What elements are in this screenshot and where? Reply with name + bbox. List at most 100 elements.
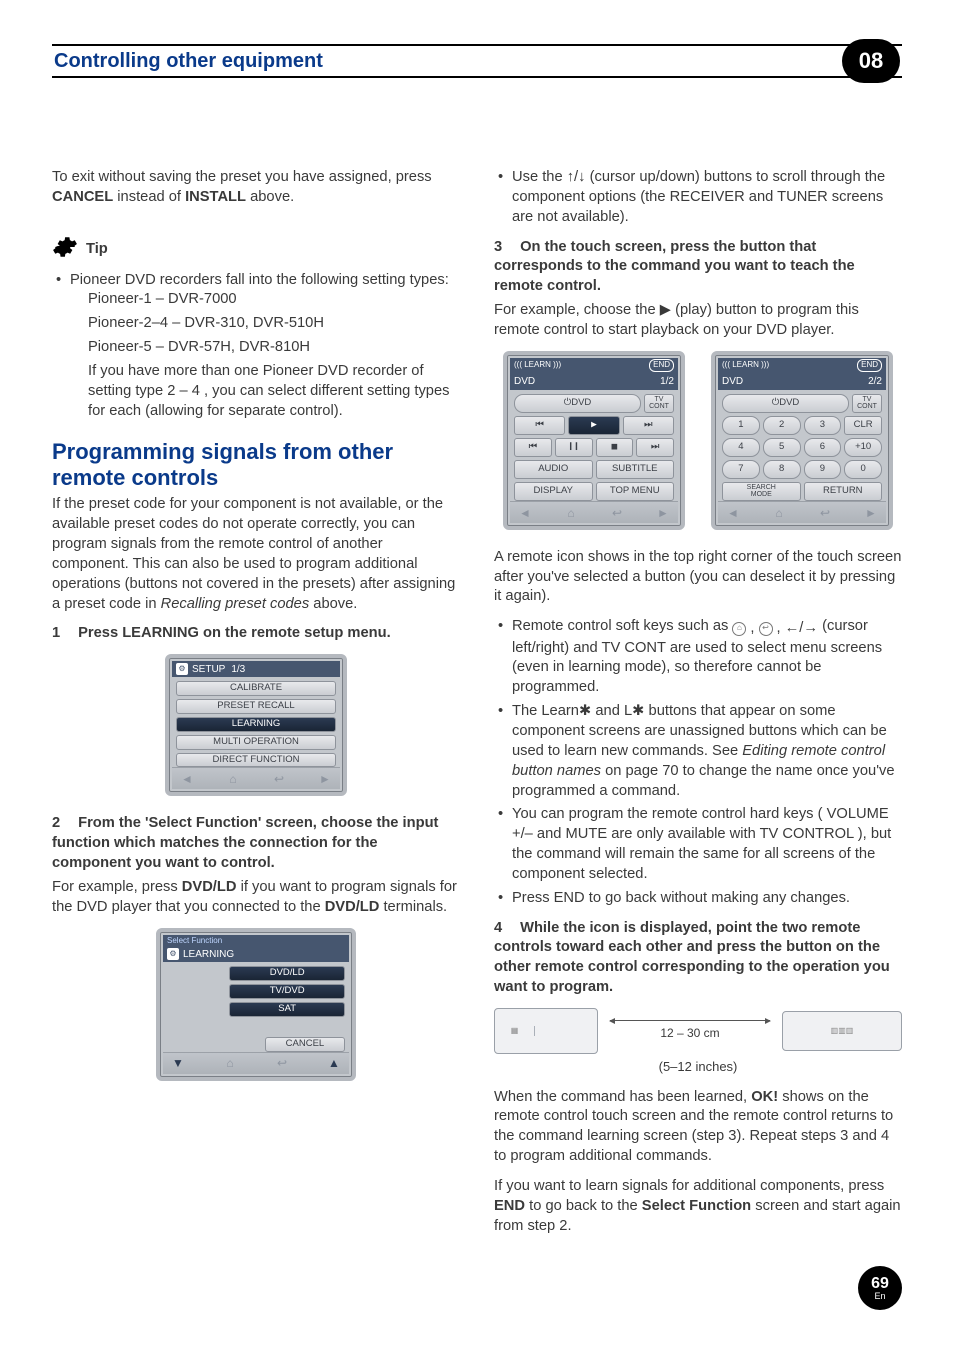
text: The <box>512 703 541 719</box>
num-0-button[interactable]: 0 <box>844 460 882 479</box>
softkeys-icons: ⌂, ↩, ←/→ <box>732 619 818 639</box>
skip-back-button[interactable]: ⏮ <box>514 438 552 457</box>
num-6-button[interactable]: 6 <box>804 438 842 457</box>
distance-indicator: 12 – 30 cm <box>608 1020 772 1041</box>
prev-arrow-icon[interactable]: ◄ <box>176 772 198 786</box>
power-dvd-button[interactable]: ⏻ DVD <box>722 394 849 413</box>
page-number: 69 <box>871 1276 889 1292</box>
power-dvd-button[interactable]: ⏻ DVD <box>514 394 641 413</box>
pause-button[interactable]: ❙❙ <box>555 438 593 457</box>
text: are only available with <box>611 826 759 842</box>
remote-title: LEARNING <box>183 948 234 962</box>
menu-item-dvd-ld[interactable]: DVD/LD <box>229 966 345 981</box>
menu-item-preset-recall[interactable]: PRESET RECALL <box>176 699 336 714</box>
bold: 4 <box>160 315 168 331</box>
text: and <box>537 826 566 842</box>
plus10-button[interactable]: +10 <box>844 438 882 457</box>
text: – DVR-7000 <box>152 291 237 307</box>
menu-item-direct-function[interactable]: DIRECT FUNCTION <box>176 753 336 768</box>
text: terminals. <box>383 899 447 915</box>
step-text: Press LEARNING on the remote setup menu. <box>78 625 391 641</box>
next-track-button[interactable]: ⏭ <box>623 416 674 435</box>
num-4-button[interactable]: 4 <box>722 438 760 457</box>
return-button[interactable]: RETURN <box>804 482 883 501</box>
tv-cont-button[interactable]: TVCONT <box>852 394 882 413</box>
back-icon[interactable]: ↩ <box>268 772 290 786</box>
bold: END <box>554 890 585 906</box>
cancel-button[interactable]: CANCEL <box>265 1037 345 1052</box>
back-icon[interactable]: ↩ <box>814 506 836 520</box>
next-arrow-icon[interactable]: ► <box>860 506 882 520</box>
next-arrow-icon[interactable]: ► <box>314 772 336 786</box>
text: and <box>595 703 624 719</box>
setup-icon: ⚙ <box>167 948 179 960</box>
menu-item-sat[interactable]: SAT <box>229 1002 345 1017</box>
bullet: Use the ↑/↓ (cursor up/down) buttons to … <box>494 168 902 228</box>
back-icon[interactable]: ↩ <box>606 506 628 520</box>
text: You can program the remote control hard … <box>512 806 823 822</box>
num-2-button[interactable]: 2 <box>763 416 801 435</box>
num-1-button[interactable]: 1 <box>722 416 760 435</box>
text: Use the <box>512 169 567 185</box>
clr-button[interactable]: CLR <box>844 416 882 435</box>
tip-heading: Tip <box>52 234 460 267</box>
num-8-button[interactable]: 8 <box>763 460 801 479</box>
down-arrow-icon[interactable]: ▼ <box>167 1057 189 1071</box>
bold: OK! <box>751 1089 778 1105</box>
home-icon[interactable]: ⌂ <box>560 506 582 520</box>
bold-cancel: CANCEL <box>52 189 113 205</box>
display-button[interactable]: DISPLAY <box>514 482 593 501</box>
num-9-button[interactable]: 9 <box>804 460 842 479</box>
step-2-example: For example, press DVD/LD if you want to… <box>52 878 460 918</box>
home-icon[interactable]: ⌂ <box>219 1057 241 1071</box>
remote-footer: ▼ ⌂ ↩ ▲ <box>163 1052 349 1074</box>
italic-ref: Recalling preset codes <box>161 596 310 612</box>
remote-footer: ◄ ⌂ ↩ ► <box>718 501 886 523</box>
text: If you want to learn signals for additio… <box>494 1178 884 1194</box>
menu-item-multi-operation[interactable]: MULTI OPERATION <box>176 735 336 750</box>
audio-button[interactable]: AUDIO <box>514 460 593 479</box>
home-icon[interactable]: ⌂ <box>222 772 244 786</box>
subtitle-button[interactable]: SUBTITLE <box>596 460 675 479</box>
end-label[interactable]: END <box>649 359 674 372</box>
tv-cont-button[interactable]: TVCONT <box>644 394 674 413</box>
text: instead of <box>117 189 185 205</box>
text: to go back without making any changes. <box>589 890 850 906</box>
step-3: 3 On the touch screen, press the button … <box>494 238 902 298</box>
distance-subtext: (5–12 inches) <box>494 1058 902 1076</box>
tip-label: Tip <box>86 240 108 260</box>
remote-learning-figure: Select Function ⚙LEARNING DVD/LD TV/DVD … <box>52 928 460 1081</box>
back-icon[interactable]: ↩ <box>271 1057 293 1071</box>
bold: Pioneer-5 <box>88 339 152 355</box>
prev-arrow-icon[interactable]: ◄ <box>722 506 744 520</box>
step-text: On the touch screen, press the button th… <box>494 239 855 295</box>
prev-track-button[interactable]: ⏮ <box>514 416 565 435</box>
intro-paragraph: To exit without saving the preset you ha… <box>52 168 460 208</box>
stop-button[interactable]: ■ <box>596 438 634 457</box>
text: – <box>179 383 187 399</box>
search-mode-button[interactable]: SEARCHMODE <box>722 482 801 501</box>
menu-item-tv-dvd[interactable]: TV/DVD <box>229 984 345 999</box>
menu-item-calibrate[interactable]: CALIBRATE <box>176 681 336 696</box>
home-icon[interactable]: ⌂ <box>768 506 790 520</box>
menu-item-learning[interactable]: LEARNING <box>176 717 336 732</box>
remote-screen-dvd-1: ((( LEARN ))) END DVD 1/2 ⏻ DVD TVCONT ⏮… <box>503 351 685 530</box>
prev-arrow-icon[interactable]: ◄ <box>514 506 536 520</box>
sub-line: Pioneer-2–4 – DVR-310, DVR-510H <box>70 314 460 334</box>
skip-fwd-button[interactable]: ⏭ <box>636 438 674 457</box>
home-softkey-icon: ⌂ <box>732 622 746 636</box>
num-3-button[interactable]: 3 <box>804 416 842 435</box>
gear-icon <box>52 234 78 267</box>
remote-title: DVD <box>722 375 743 389</box>
play-button[interactable]: ▶ <box>568 416 619 435</box>
end-label[interactable]: END <box>857 359 882 372</box>
remote-b-icon: ▥▥▥ <box>782 1011 902 1051</box>
tip-bullet: Pioneer DVD recorders fall into the foll… <box>52 271 460 422</box>
remote-titlebar: DVD 2/2 <box>718 374 886 390</box>
num-7-button[interactable]: 7 <box>722 460 760 479</box>
next-arrow-icon[interactable]: ► <box>652 506 674 520</box>
back-softkey-icon: ↩ <box>759 622 773 636</box>
top-menu-button[interactable]: TOP MENU <box>596 482 675 501</box>
up-arrow-icon[interactable]: ▲ <box>323 1057 345 1071</box>
num-5-button[interactable]: 5 <box>763 438 801 457</box>
